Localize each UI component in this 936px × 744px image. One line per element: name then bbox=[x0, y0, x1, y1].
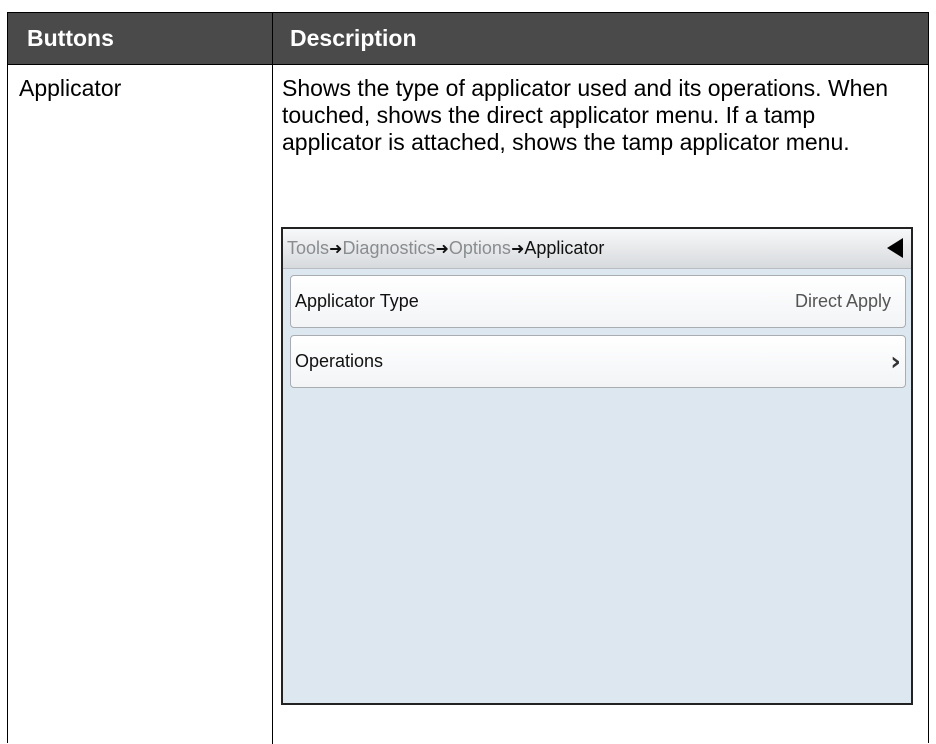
applicator-type-value: Direct Apply bbox=[794, 291, 891, 311]
button-name-cell: Applicator bbox=[19, 75, 122, 101]
column-divider bbox=[272, 65, 273, 744]
device-screen: Tools➜Diagnostics➜Options➜Applicator App… bbox=[281, 227, 913, 705]
menu-row-applicator-type[interactable]: Applicator Type Direct Apply bbox=[290, 275, 906, 328]
table-header-row: Buttons Description bbox=[8, 13, 928, 65]
breadcrumb-separator-icon: ➜ bbox=[510, 241, 525, 258]
header-buttons: Buttons bbox=[27, 25, 114, 51]
operations-label: Operations bbox=[295, 351, 384, 371]
breadcrumb-item-options[interactable]: Options bbox=[449, 238, 511, 258]
description-cell: Shows the type of applicator used and it… bbox=[282, 75, 889, 155]
breadcrumb: Tools➜Diagnostics➜Options➜Applicator bbox=[287, 238, 604, 259]
chevron-right-icon: › bbox=[890, 347, 901, 377]
applicator-type-label: Applicator Type bbox=[295, 291, 419, 311]
menu-row-operations[interactable]: Operations › bbox=[290, 335, 906, 388]
breadcrumb-item-applicator: Applicator bbox=[524, 238, 605, 258]
breadcrumb-separator-icon: ➜ bbox=[329, 241, 343, 258]
breadcrumb-item-tools[interactable]: Tools bbox=[287, 238, 329, 258]
header-divider bbox=[272, 13, 273, 65]
back-triangle-icon[interactable] bbox=[887, 238, 903, 258]
breadcrumb-bar: Tools➜Diagnostics➜Options➜Applicator bbox=[283, 229, 911, 269]
breadcrumb-item-diagnostics[interactable]: Diagnostics bbox=[342, 238, 435, 258]
header-description: Description bbox=[290, 25, 417, 51]
breadcrumb-separator-icon: ➜ bbox=[435, 241, 449, 258]
